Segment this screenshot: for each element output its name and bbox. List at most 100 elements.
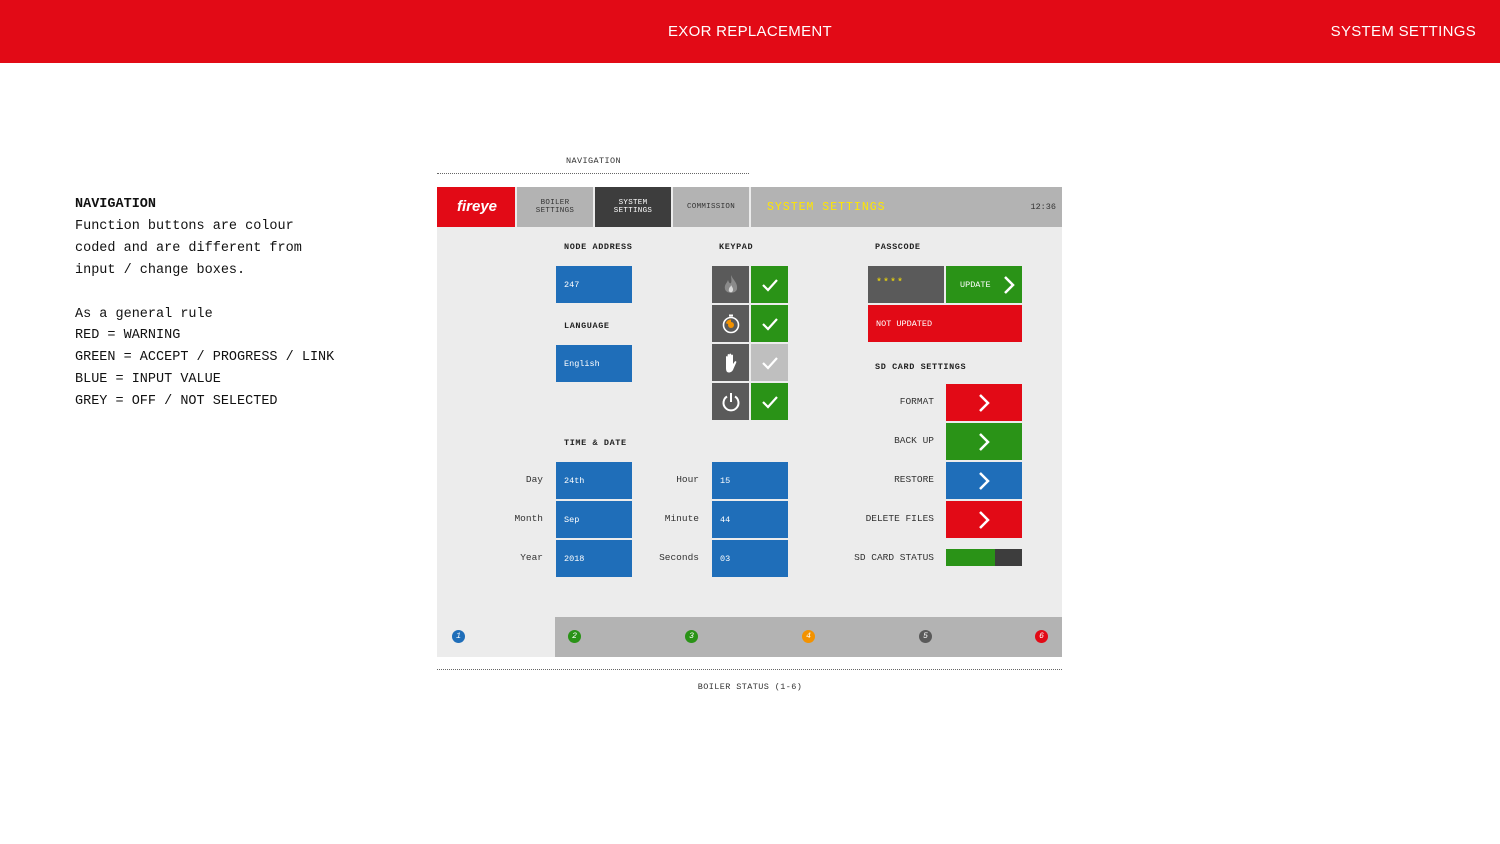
node-address-label: NODE ADDRESS bbox=[564, 242, 633, 252]
backup-button[interactable] bbox=[946, 423, 1022, 460]
node-address-input[interactable]: 247 bbox=[556, 266, 632, 303]
manual-enable-toggle[interactable] bbox=[751, 344, 788, 381]
boiler-1-indicator[interactable]: 1 bbox=[452, 630, 465, 643]
notes-line: ​ bbox=[75, 282, 334, 304]
delete-files-button[interactable] bbox=[946, 501, 1022, 538]
tab-label: BOILER bbox=[540, 199, 570, 207]
update-label: UPDATE bbox=[960, 280, 991, 290]
boiler-4-indicator[interactable]: 4 bbox=[802, 630, 815, 643]
chevron-right-icon bbox=[1004, 276, 1015, 294]
navigation-divider bbox=[437, 173, 749, 174]
format-label: FORMAT bbox=[899, 396, 934, 407]
check-icon bbox=[761, 278, 778, 292]
fireye-logo[interactable]: fireye bbox=[437, 187, 515, 227]
day-label: Day bbox=[525, 474, 543, 485]
minute-input[interactable]: 44 bbox=[712, 501, 788, 538]
clock: 12:36 bbox=[1030, 202, 1056, 212]
check-icon bbox=[761, 356, 778, 370]
format-button[interactable] bbox=[946, 384, 1022, 421]
sd-card-label: SD CARD SETTINGS bbox=[875, 362, 967, 372]
hour-label: Hour bbox=[676, 474, 699, 485]
seconds-input[interactable]: 03 bbox=[712, 540, 788, 577]
header-title: EXOR REPLACEMENT bbox=[668, 23, 832, 40]
backup-label: BACK UP bbox=[894, 435, 934, 446]
notes-line: coded and are different from bbox=[75, 240, 302, 256]
boiler-6-indicator[interactable]: 6 bbox=[1035, 630, 1048, 643]
month-label: Month bbox=[514, 513, 543, 524]
tab-commission[interactable]: COMMISSION bbox=[673, 187, 749, 227]
timer-enable-toggle[interactable] bbox=[751, 305, 788, 342]
language-value: English bbox=[564, 359, 600, 369]
passcode-status: NOT UPDATED bbox=[868, 305, 1022, 342]
check-icon bbox=[761, 317, 778, 331]
chevron-right-icon bbox=[979, 510, 990, 529]
time-date-label: TIME & DATE bbox=[564, 438, 627, 448]
screen-title-bar: SYSTEM SETTINGS 12:36 bbox=[751, 187, 1062, 227]
month-input[interactable]: Sep bbox=[556, 501, 632, 538]
flame-enable-toggle[interactable] bbox=[751, 266, 788, 303]
notes-line: input / change boxes. bbox=[75, 262, 246, 278]
language-input[interactable]: English bbox=[556, 345, 632, 382]
status-divider bbox=[437, 669, 1062, 670]
logo-text: fireye bbox=[457, 198, 498, 215]
power-icon bbox=[712, 383, 749, 420]
tab-label: SYSTEM bbox=[618, 199, 648, 207]
notes-line: Function buttons are colour bbox=[75, 218, 294, 234]
node-address-value: 247 bbox=[564, 280, 580, 290]
year-value: 2018 bbox=[564, 554, 585, 564]
minute-value: 44 bbox=[720, 515, 731, 525]
notes: NAVIGATION Function buttons are colour cod… bbox=[75, 194, 334, 413]
notes-line: BLUE = INPUT VALUE bbox=[75, 372, 221, 388]
year-label: Year bbox=[520, 552, 543, 563]
notes-heading: NAVIGATION bbox=[75, 197, 157, 212]
keypad-label: KEYPAD bbox=[719, 242, 754, 252]
sd-card-status-label: SD CARD STATUS bbox=[854, 552, 934, 563]
timer-icon bbox=[712, 305, 749, 342]
seconds-label: Seconds bbox=[659, 552, 699, 563]
header-bar: EXOR REPLACEMENT SYSTEM SETTINGS bbox=[0, 0, 1500, 63]
update-button[interactable]: UPDATE bbox=[946, 266, 1022, 303]
boiler-2-indicator[interactable]: 2 bbox=[568, 630, 581, 643]
tab-system-settings[interactable]: SYSTEM SETTINGS bbox=[595, 187, 671, 227]
chevron-right-icon bbox=[979, 471, 990, 490]
passcode-input[interactable]: **** bbox=[868, 266, 944, 303]
day-input[interactable]: 24th bbox=[556, 462, 632, 499]
restore-button[interactable] bbox=[946, 462, 1022, 499]
notes-line: As a general rule bbox=[75, 306, 213, 322]
tab-boiler-settings[interactable]: BOILER SETTINGS bbox=[517, 187, 593, 227]
year-input[interactable]: 2018 bbox=[556, 540, 632, 577]
restore-label: RESTORE bbox=[894, 474, 934, 485]
notes-line: GREY = OFF / NOT SELECTED bbox=[75, 394, 278, 410]
check-icon bbox=[761, 395, 778, 409]
sd-card-status-fill bbox=[946, 549, 996, 566]
boiler-3-indicator[interactable]: 3 bbox=[685, 630, 698, 643]
hour-value: 15 bbox=[720, 476, 731, 486]
month-value: Sep bbox=[564, 515, 580, 525]
chevron-right-icon bbox=[979, 393, 990, 412]
boiler-5-indicator[interactable]: 5 bbox=[919, 630, 932, 643]
power-enable-toggle[interactable] bbox=[751, 383, 788, 420]
passcode-value: **** bbox=[876, 278, 905, 289]
hour-input[interactable]: 15 bbox=[712, 462, 788, 499]
tab-label: COMMISSION bbox=[686, 203, 735, 211]
flame-icon bbox=[712, 266, 749, 303]
tab-label: SETTINGS bbox=[535, 207, 575, 215]
day-value: 24th bbox=[564, 476, 585, 486]
hmi-screen: fireye BOILER SETTINGS SYSTEM SETTINGS COM… bbox=[437, 187, 1062, 657]
boiler-status-caption: BOILER STATUS (1-6) bbox=[697, 682, 803, 692]
chevron-right-icon bbox=[979, 432, 990, 451]
screen-title: SYSTEM SETTINGS bbox=[767, 201, 886, 214]
hand-icon bbox=[712, 344, 749, 381]
sd-card-status-bar bbox=[946, 549, 1022, 566]
notes-line: RED = WARNING bbox=[75, 328, 181, 344]
passcode-status-text: NOT UPDATED bbox=[876, 319, 933, 329]
notes-line: GREEN = ACCEPT / PROGRESS / LINK bbox=[75, 350, 335, 366]
seconds-value: 03 bbox=[720, 554, 731, 564]
minute-label: Minute bbox=[664, 513, 699, 524]
language-label: LANGUAGE bbox=[564, 321, 610, 331]
passcode-label: PASSCODE bbox=[875, 242, 921, 252]
tab-label: SETTINGS bbox=[613, 207, 653, 215]
navigation-caption: NAVIGATION bbox=[566, 156, 622, 166]
header-section: SYSTEM SETTINGS bbox=[1330, 23, 1476, 40]
delete-files-label: DELETE FILES bbox=[865, 513, 934, 524]
